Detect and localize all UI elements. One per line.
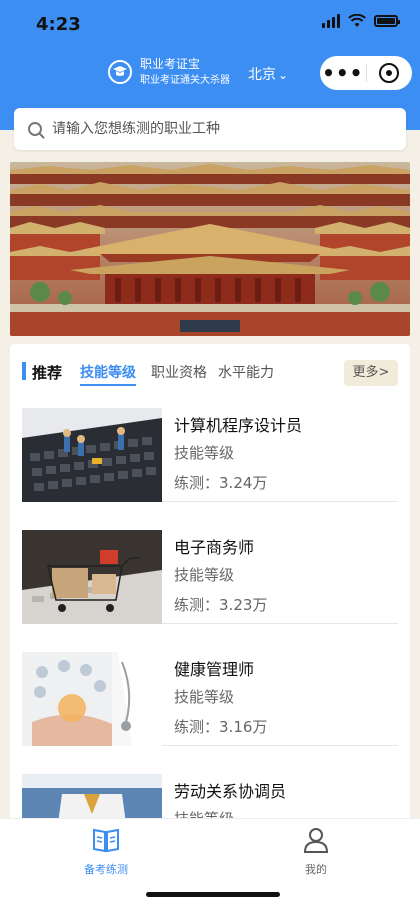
list-item[interactable]: 电子商务师 技能等级 练测：3.23万 [22,524,398,624]
tab-exam-practice[interactable]: 备考练测 [46,827,166,877]
count-value: 3.24万 [219,474,268,492]
more-options-icon[interactable]: ••• [320,63,366,83]
graduation-cap-icon [108,60,132,84]
status-bar: 4:23 [0,0,420,44]
book-icon [93,828,119,853]
list-item[interactable]: 健康管理师 技能等级 练测：3.16万 [22,646,398,746]
tab-level-ability[interactable]: 水平能力 [218,362,274,382]
city-label: 北京 [248,67,276,83]
item-title: 劳动关系协调员 [174,782,287,801]
target-icon [379,63,400,83]
item-category: 技能等级 [174,444,235,462]
count-label: 练测： [174,474,220,492]
status-icons [322,14,400,28]
forbidden-city-photo [10,162,410,336]
chevron-down-icon: ⌄ [278,68,289,82]
item-thumbnail [22,408,162,502]
item-category: 技能等级 [174,566,235,584]
item-thumbnail [22,530,162,624]
brand-text: 职业考证宝 职业考证通关大杀器 [140,56,230,88]
city-selector[interactable]: 北京 ⌄ [248,64,288,84]
count-value: 3.23万 [219,596,268,614]
tab-label: 我的 [305,863,327,876]
count-label: 练测： [174,718,220,736]
item-practice-count: 练测：3.24万 [174,472,267,493]
search-input[interactable] [52,121,372,137]
search-bar[interactable] [14,108,406,150]
status-time: 4:23 [36,14,81,35]
tab-mine[interactable]: 我的 [256,827,376,877]
item-category: 技能等级 [174,688,235,706]
item-title: 计算机程序设计员 [174,416,303,435]
banner-image[interactable] [10,162,410,336]
tab-label: 备考练测 [84,863,128,876]
list-item[interactable]: 计算机程序设计员 技能等级 练测：3.24万 [22,402,398,502]
tab-professional-qualification[interactable]: 职业资格 [151,362,207,382]
tab-skill-level[interactable]: 技能等级 [80,362,136,386]
item-thumbnail [22,652,162,746]
item-title: 电子商务师 [174,538,255,557]
section-title: 推荐 [32,364,63,382]
search-icon [28,122,42,136]
battery-icon [374,15,400,27]
brand-subtitle: 职业考证通关大杀器 [140,75,230,86]
wifi-icon [348,14,366,27]
item-practice-count: 练测：3.16万 [174,716,267,737]
section-marker [22,362,26,380]
brand-title: 职业考证宝 [140,57,201,71]
mini-program-capsule: ••• [320,56,412,90]
item-practice-count: 练测：3.23万 [174,594,267,615]
count-label: 练测： [174,596,220,614]
brand: 职业考证宝 职业考证通关大杀器 [108,56,230,88]
count-value: 3.16万 [219,718,268,736]
signal-icon [322,14,340,28]
item-title: 健康管理师 [174,660,255,679]
close-button[interactable] [366,63,412,83]
recommend-card: 推荐 技能等级 职业资格 水平能力 更多> 计算机程序设计员 技能等级 练测：3… [10,344,410,864]
more-button[interactable]: 更多> [344,360,398,386]
user-icon [303,828,329,853]
home-indicator [146,892,280,897]
category-tabs: 推荐 技能等级 职业资格 水平能力 更多> [10,344,410,394]
